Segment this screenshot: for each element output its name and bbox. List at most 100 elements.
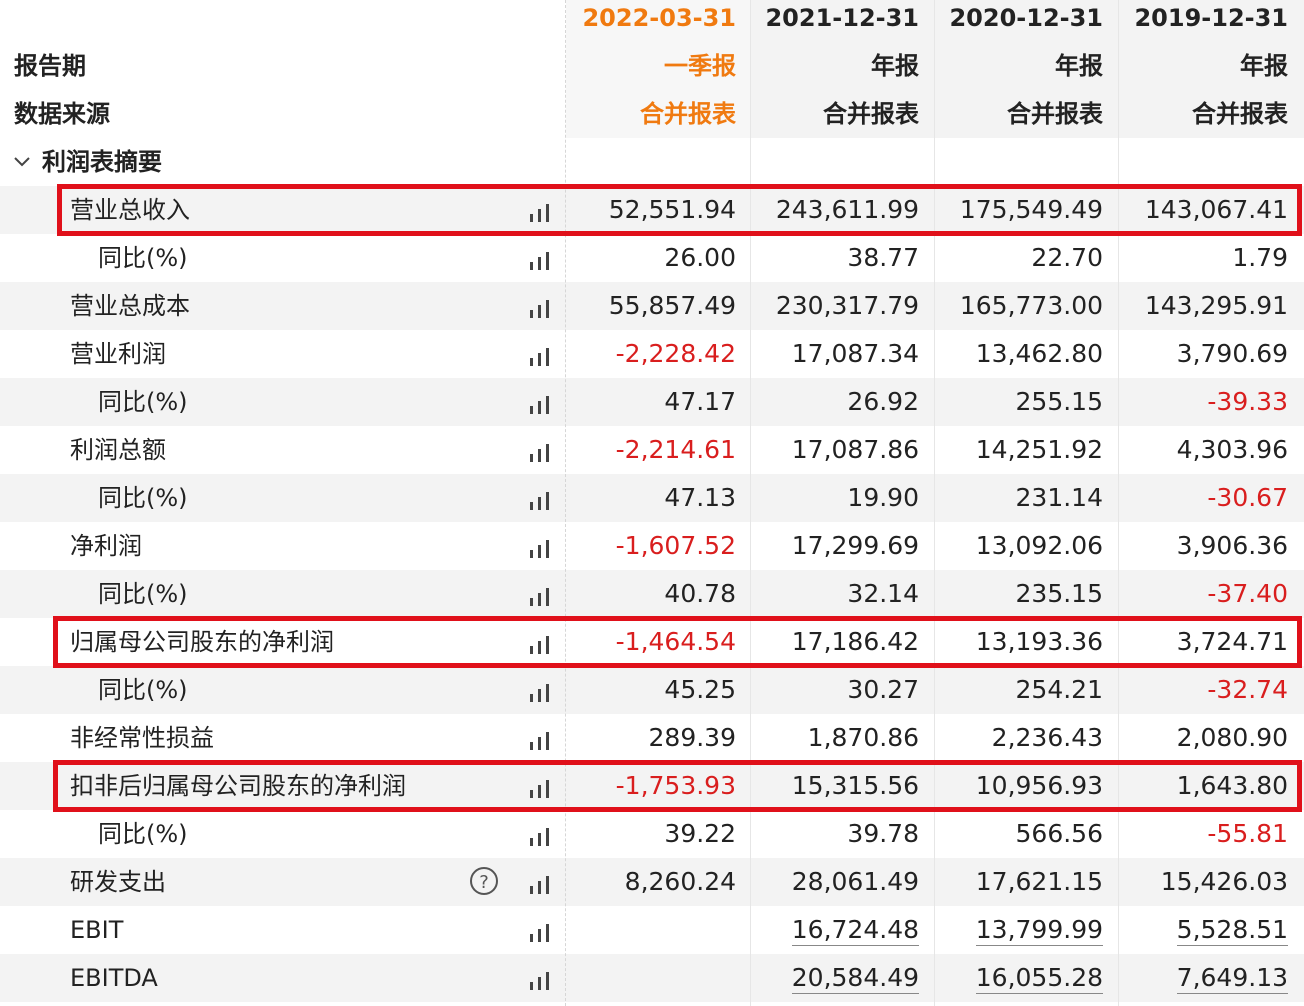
value-cell: -32.74: [1119, 666, 1288, 714]
value-cell: 32.14: [751, 570, 919, 618]
table-row[interactable]: 同比(%) 40.78 32.14 235.15 -37.40: [0, 570, 1304, 618]
value-text: 13,799.99: [975, 915, 1103, 946]
bar-chart-icon-bar: [546, 732, 549, 750]
period-date-col-1[interactable]: 2022-03-31: [566, 0, 736, 42]
bar-chart-icon[interactable]: [526, 632, 550, 654]
value-text: 3,724.71: [1176, 627, 1288, 656]
table-row[interactable]: EBIT 16,724.48 13,799.99 5,528.51: [0, 906, 1304, 954]
value-text: 14,251.92: [975, 435, 1103, 464]
bar-chart-icon-bar: [546, 828, 549, 846]
table-row[interactable]: 同比(%) 47.17 26.92 255.15 -39.33: [0, 378, 1304, 426]
bar-chart-icon[interactable]: [526, 440, 550, 462]
value-text: 22.70: [1031, 243, 1103, 272]
value-text: 3,906.36: [1176, 531, 1288, 560]
value-text: 254.21: [1015, 675, 1103, 704]
table-row[interactable]: 营业利润 -2,228.42 17,087.34 13,462.80 3,790.69: [0, 330, 1304, 378]
bar-chart-icon-bar: [546, 636, 549, 654]
bar-chart-icon[interactable]: [526, 776, 550, 798]
bar-chart-icon[interactable]: [526, 920, 550, 942]
bar-chart-icon[interactable]: [526, 488, 550, 510]
bar-chart-icon-bar: [530, 454, 533, 462]
bar-chart-icon[interactable]: [526, 392, 550, 414]
bar-chart-icon[interactable]: [526, 968, 550, 990]
table-row[interactable]: 营业总收入 52,551.94 243,611.99 175,549.49 143,06…: [0, 186, 1304, 234]
value-text: 39.78: [847, 819, 919, 848]
table-row[interactable]: 净利润 -1,607.52 17,299.69 13,092.06 3,906.36: [0, 522, 1304, 570]
bar-chart-icon-bar: [530, 886, 533, 894]
row-label: 营业总收入: [70, 196, 190, 224]
value-text: 47.13: [664, 483, 736, 512]
table-row[interactable]: 同比(%) 26.00 38.77 22.70 1.79: [0, 234, 1304, 282]
section-profit-summary[interactable]: 利润表摘要: [0, 138, 1304, 186]
value-text: 26.92: [847, 387, 919, 416]
row-label: 利润总额: [70, 436, 166, 464]
value-cell: 40.78: [566, 570, 736, 618]
value-text: 19.90: [847, 483, 919, 512]
value-cell: 52,551.94: [566, 186, 736, 234]
bar-chart-icon-bar: [538, 497, 541, 510]
value-text: -37.40: [1207, 579, 1288, 608]
value-cell: 20,584.49: [751, 954, 919, 1002]
bar-chart-icon[interactable]: [526, 344, 550, 366]
question-circle-icon[interactable]: ?: [470, 867, 498, 895]
table-row[interactable]: 营业总成本 55,857.49 230,317.79 165,773.00 143,29…: [0, 282, 1304, 330]
table-row[interactable]: 同比(%) 39.22 39.78 566.56 -55.81: [0, 810, 1304, 858]
value-text: -2,214.61: [615, 435, 736, 464]
period-date-col-3[interactable]: 2020-12-31: [935, 0, 1103, 42]
column-divider: [934, 0, 935, 1006]
value-cell: 17,087.86: [751, 426, 919, 474]
value-cell: 566.56: [935, 810, 1103, 858]
table-row[interactable]: 扣非后归属母公司股东的净利润 -1,753.93 15,315.56 10,956.9…: [0, 762, 1304, 810]
bar-chart-icon[interactable]: [526, 296, 550, 318]
bar-chart-icon[interactable]: [526, 728, 550, 750]
row-label: 同比(%): [98, 388, 188, 416]
period-date-col-4[interactable]: 2019-12-31: [1119, 0, 1288, 42]
bar-chart-icon[interactable]: [526, 584, 550, 606]
table-row[interactable]: 归属母公司股东的净利润 -1,464.54 17,186.42 13,193.36 3,…: [0, 618, 1304, 666]
table-row[interactable]: EBITDA 20,584.49 16,055.28 7,649.13: [0, 954, 1304, 1002]
value-cell: 17,621.15: [935, 858, 1103, 906]
value-text: 55,857.49: [608, 291, 736, 320]
chevron-down-icon[interactable]: [13, 152, 31, 170]
value-cell: 15,426.03: [1119, 858, 1288, 906]
value-cell: 3,724.71: [1119, 618, 1288, 666]
bar-chart-icon-bar: [530, 310, 533, 318]
table-row[interactable]: 利润总额 -2,214.61 17,087.86 14,251.92 4,303.96: [0, 426, 1304, 474]
value-cell: 230,317.79: [751, 282, 919, 330]
bar-chart-icon[interactable]: [526, 872, 550, 894]
row-label: 研发支出: [70, 868, 166, 896]
bar-chart-icon[interactable]: [526, 536, 550, 558]
table-row[interactable]: 非经常性损益 289.39 1,870.86 2,236.43 2,080.90: [0, 714, 1304, 762]
value-cell: -2,214.61: [566, 426, 736, 474]
value-cell: 47.13: [566, 474, 736, 522]
value-cell: 8,260.24: [566, 858, 736, 906]
bar-chart-icon-bar: [546, 300, 549, 318]
value-cell: 47.17: [566, 378, 736, 426]
bar-chart-icon[interactable]: [526, 680, 550, 702]
table-row[interactable]: 同比(%) 47.13 19.90 231.14 -30.67: [0, 474, 1304, 522]
bar-chart-icon-bar: [530, 742, 533, 750]
value-text: 26.00: [664, 243, 736, 272]
bar-chart-icon-bar: [546, 492, 549, 510]
bar-chart-icon[interactable]: [526, 824, 550, 846]
bar-chart-icon-bar: [530, 358, 533, 366]
bar-chart-icon[interactable]: [526, 248, 550, 270]
value-cell: 235.15: [935, 570, 1103, 618]
source-col-2: 合并报表: [823, 100, 919, 128]
value-cell: 22.70: [935, 234, 1103, 282]
bar-chart-icon-bar: [546, 972, 549, 990]
table-row[interactable]: 同比(%) 45.25 30.27 254.21 -32.74: [0, 666, 1304, 714]
data-source-label: 数据来源: [14, 100, 110, 128]
value-cell: 45.25: [566, 666, 736, 714]
period-date-col-2[interactable]: 2021-12-31: [751, 0, 919, 42]
value-cell: 14,251.92: [935, 426, 1103, 474]
bar-chart-icon-bar: [546, 348, 549, 366]
bar-chart-icon-bar: [546, 444, 549, 462]
value-cell: 16,055.28: [935, 954, 1103, 1002]
header-data-source: 数据来源 合并报表 合并报表 合并报表 合并报表: [0, 90, 1304, 138]
value-text: 2,080.90: [1176, 723, 1288, 752]
bar-chart-icon-bar: [530, 934, 533, 942]
bar-chart-icon[interactable]: [526, 200, 550, 222]
table-row[interactable]: 研发支出? 8,260.24 28,061.49 17,621.15 15,426.03: [0, 858, 1304, 906]
value-text: -55.81: [1207, 819, 1288, 848]
